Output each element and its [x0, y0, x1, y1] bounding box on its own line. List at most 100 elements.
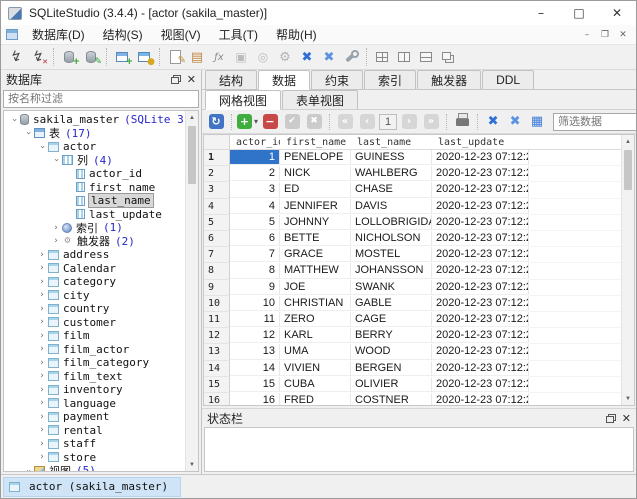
cell-last_name[interactable]: CAGE	[351, 312, 432, 327]
grid-commit-all-button[interactable]	[483, 112, 503, 131]
cell-last_name[interactable]: GUINESS	[351, 150, 432, 165]
cell-last_name[interactable]: MOSTEL	[351, 247, 432, 262]
grid-delete-row-button[interactable]: −	[260, 112, 280, 131]
mdi-control-1[interactable]: ❐	[596, 30, 614, 40]
tree-item-city[interactable]: ›city	[4, 289, 185, 303]
minimize-button[interactable]: –	[522, 1, 560, 25]
cell-last_name[interactable]: OLIVIER	[351, 377, 432, 392]
tree-item-视图[interactable]: ›视图(5)	[4, 464, 185, 471]
cell-last_name[interactable]: LOLLOBRIGIDA	[351, 215, 432, 230]
mdi-control-0[interactable]: –	[578, 30, 596, 40]
configuration-button[interactable]	[340, 47, 362, 67]
open-sql-editor-button[interactable]: +	[111, 47, 133, 67]
tab-约束[interactable]: 约束	[311, 70, 363, 89]
cell-first_name[interactable]: KARL	[280, 328, 351, 343]
menu-item-3[interactable]: 工具(T)	[210, 25, 267, 44]
chevron-down-icon[interactable]: ›	[23, 465, 33, 471]
row-header[interactable]: 2	[204, 166, 230, 182]
cell-first_name[interactable]: MATTHEW	[280, 263, 351, 278]
tree-item-film_text[interactable]: ›film_text	[4, 370, 185, 384]
cell-last_name[interactable]: NICHOLSON	[351, 231, 432, 246]
cell-actor_id[interactable]: 8	[230, 263, 280, 278]
cell-actor_id[interactable]: 15	[230, 377, 280, 392]
row-header[interactable]: 1	[204, 150, 230, 166]
tree-item-film_category[interactable]: ›film_category	[4, 356, 185, 370]
chevron-right-icon[interactable]: ›	[36, 358, 48, 368]
export-table-button[interactable]	[186, 47, 208, 67]
cell-last_update[interactable]: 2020-12-23 07:12:29	[432, 328, 529, 343]
column-header-first_name[interactable]: first_name	[280, 135, 351, 150]
cell-actor_id[interactable]: 4	[230, 199, 280, 214]
row-header[interactable]: 3	[204, 182, 230, 198]
mdi-child-icon[interactable]	[6, 29, 18, 40]
cell-first_name[interactable]: JOHNNY	[280, 215, 351, 230]
cell-last_update[interactable]: 2020-12-23 07:12:29	[432, 377, 529, 392]
chevron-right-icon[interactable]: ›	[36, 331, 48, 341]
row-header[interactable]: 11	[204, 312, 230, 328]
close-button[interactable]: ✕	[598, 1, 636, 25]
cell-last_update[interactable]: 2020-12-23 07:12:29	[432, 182, 529, 197]
grid-print-button[interactable]	[452, 112, 472, 131]
cell-first_name[interactable]: VIVIEN	[280, 361, 351, 376]
collation-editor-button[interactable]	[252, 47, 274, 67]
cell-last_update[interactable]: 2020-12-23 07:12:29	[432, 199, 529, 214]
expand-all-windows-button[interactable]	[318, 47, 340, 67]
chevron-right-icon[interactable]: ›	[36, 398, 48, 408]
tree-item-address[interactable]: ›address	[4, 248, 185, 262]
taskbar-tab-actor (sakila_master)[interactable]: actor (sakila_master)	[3, 477, 181, 497]
tree-filter-input[interactable]	[3, 90, 199, 108]
function-editor-button[interactable]	[208, 47, 230, 67]
cell-actor_id[interactable]: 9	[230, 280, 280, 295]
edit-script-button[interactable]	[164, 47, 186, 67]
chevron-down-icon[interactable]: ›	[9, 114, 19, 126]
cell-last_update[interactable]: 2020-12-23 07:12:29	[432, 247, 529, 262]
tree-item-store[interactable]: ›store	[4, 451, 185, 465]
plugins-button[interactable]	[274, 47, 296, 67]
tree-item-actor[interactable]: ›actor	[4, 140, 185, 154]
cell-first_name[interactable]: FRED	[280, 393, 351, 405]
row-header[interactable]: 12	[204, 328, 230, 344]
scroll-up-icon[interactable]: ▲	[622, 135, 634, 148]
cell-actor_id[interactable]: 2	[230, 166, 280, 181]
cell-last_name[interactable]: DAVIS	[351, 199, 432, 214]
tab-触发器[interactable]: 触发器	[417, 70, 481, 89]
tree-item-customer[interactable]: ›customer	[4, 316, 185, 330]
tree-item-country[interactable]: ›country	[4, 302, 185, 316]
tab-数据[interactable]: 数据	[258, 70, 310, 90]
extensions-button[interactable]	[230, 47, 252, 67]
cell-first_name[interactable]: CUBA	[280, 377, 351, 392]
tree-item-category[interactable]: ›category	[4, 275, 185, 289]
tree-item-staff[interactable]: ›staff	[4, 437, 185, 451]
data-filter-input[interactable]	[553, 113, 637, 131]
cell-last_update[interactable]: 2020-12-23 07:12:29	[432, 150, 529, 165]
cell-first_name[interactable]: GRACE	[280, 247, 351, 262]
maximize-button[interactable]: □	[560, 1, 598, 25]
grid-scrollbar[interactable]: ▲ ▼	[621, 135, 634, 405]
tab-DDL[interactable]: DDL	[482, 70, 534, 89]
grid-next-page-button[interactable]: ›	[399, 112, 419, 131]
close-panel-icon[interactable]: ✕	[622, 413, 631, 424]
chevron-right-icon[interactable]: ›	[36, 385, 48, 395]
cell-last_update[interactable]: 2020-12-23 07:12:29	[432, 361, 529, 376]
cell-last_update[interactable]: 2020-12-23 07:12:29	[432, 393, 529, 405]
cell-first_name[interactable]: JENNIFER	[280, 199, 351, 214]
cell-last_update[interactable]: 2020-12-23 07:12:29	[432, 166, 529, 181]
float-panel-icon[interactable]	[171, 77, 179, 84]
edit-database-button[interactable]: ✎	[80, 47, 102, 67]
grid-export-results-button[interactable]	[527, 112, 547, 131]
chevron-right-icon[interactable]: ›	[36, 304, 48, 314]
mdi-control-2[interactable]: ✕	[614, 30, 632, 40]
cell-last_name[interactable]: BERGEN	[351, 361, 432, 376]
cell-actor_id[interactable]: 14	[230, 361, 280, 376]
column-header-actor_id[interactable]: actor_id	[230, 135, 280, 150]
grid-scrollbar-thumb[interactable]	[624, 150, 632, 190]
grid-rollback-all-button[interactable]	[505, 112, 525, 131]
chevron-down-icon[interactable]: ›	[51, 154, 61, 166]
column-header-last_update[interactable]: last_update	[432, 135, 529, 150]
menu-item-4[interactable]: 帮助(H)	[267, 25, 326, 44]
cell-first_name[interactable]: JOE	[280, 280, 351, 295]
tree-item-sakila_master[interactable]: ›sakila_master(SQLite 3)	[4, 113, 185, 127]
cell-actor_id[interactable]: 6	[230, 231, 280, 246]
cell-actor_id[interactable]: 16	[230, 393, 280, 405]
grid-prev-page-button[interactable]: ‹	[357, 112, 377, 131]
